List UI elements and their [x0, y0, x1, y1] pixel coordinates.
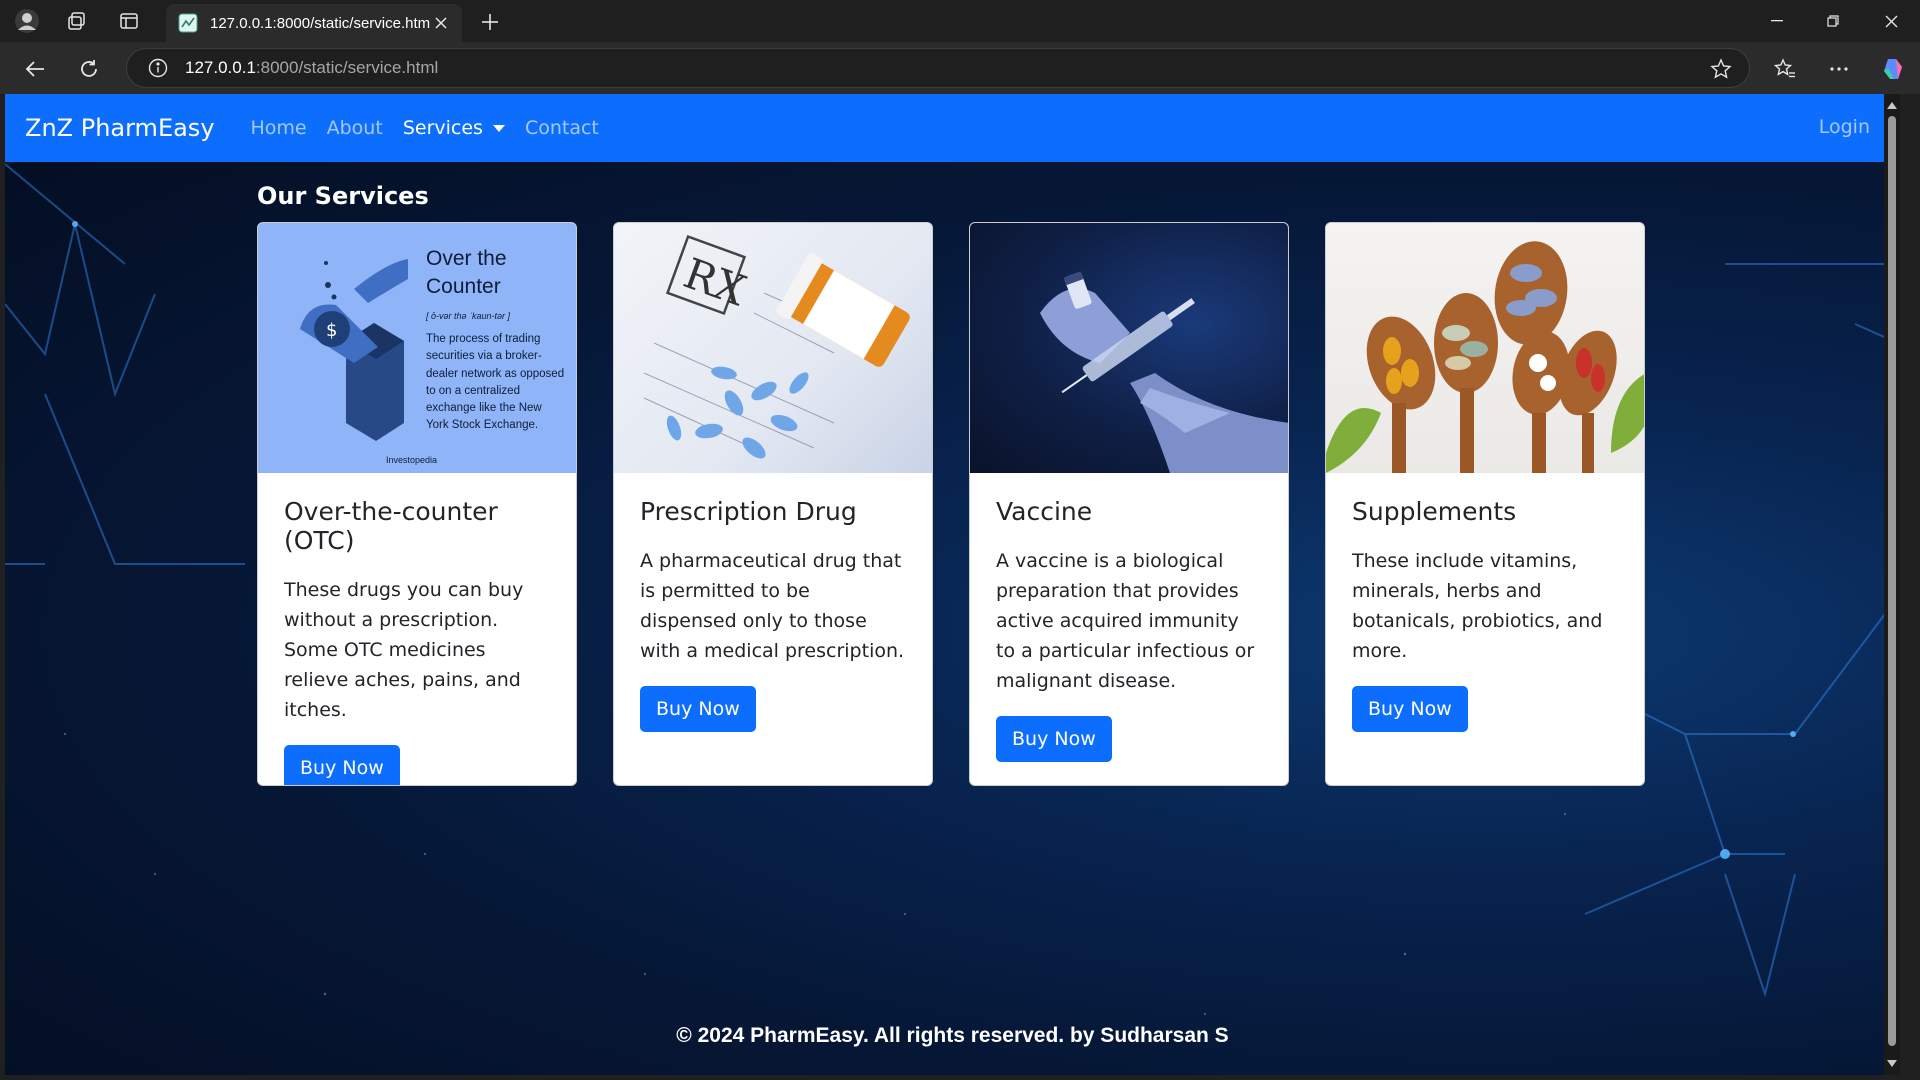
supplements-image: [1326, 223, 1644, 473]
new-tab-icon[interactable]: [476, 8, 504, 36]
wooden-spoons-pills-illustration: [1326, 241, 1644, 473]
otc-image-line: securities via a broker-: [426, 350, 542, 363]
browser-toolbar: 127.0.0.1:8000/static/service.html: [0, 42, 1920, 94]
card-body: Over-the-counter (OTC) These drugs you c…: [258, 473, 576, 785]
service-card-prescription: RX Prescription Drug A pharmaceutical dr…: [613, 222, 933, 786]
card-title: Supplements: [1352, 497, 1517, 526]
service-card-supplements: Supplements These include vitamins, mine…: [1325, 222, 1645, 786]
profile-avatar-icon[interactable]: [14, 8, 40, 34]
otc-image-line: to on a centralized: [426, 384, 520, 397]
otc-image-line: dealer network as opposed: [426, 367, 565, 380]
page-viewport: ZnZ PharmEasy Home About Services Contac…: [5, 94, 1900, 1075]
buy-now-button[interactable]: Buy Now: [640, 686, 756, 732]
card-title: Vaccine: [996, 497, 1093, 526]
svg-text:$: $: [326, 320, 337, 341]
card-text: A vaccine is a biological preparation th…: [996, 550, 1255, 692]
otc-image-line: exchange like the New: [426, 402, 542, 415]
minimize-icon[interactable]: [1762, 8, 1792, 34]
otc-image: $ Over the Counter [ ō-vər thə ˈkaun-tər…: [258, 223, 576, 473]
card-title: Over-the-counter (OTC): [284, 497, 498, 555]
buy-now-button[interactable]: Buy Now: [284, 745, 400, 785]
footer-copyright: © 2024 PharmEasy. All rights reserved. b…: [676, 1024, 1229, 1047]
address-bar[interactable]: 127.0.0.1:8000/static/service.html: [126, 48, 1750, 88]
nav-about[interactable]: About: [317, 117, 393, 139]
otc-image-text: Over the Counter [ ō-vər thə ˈkaun-tər ]…: [426, 245, 574, 435]
otc-image-heading-2: Counter: [426, 275, 501, 298]
service-card-vaccine: Vaccine A vaccine is a biological prepar…: [969, 222, 1289, 786]
otc-image-phonetic: [ ō-vər thə ˈkaun-tər ]: [426, 311, 511, 321]
back-arrow-icon[interactable]: [20, 54, 50, 84]
scroll-down-arrow-icon[interactable]: [1887, 1060, 1897, 1067]
section-title: Our Services: [257, 182, 429, 210]
close-tab-icon[interactable]: [430, 12, 452, 34]
card-body: Prescription Drug A pharmaceutical drug …: [614, 473, 932, 732]
otc-image-body: The process of trading securities via a …: [426, 331, 574, 435]
favorites-icon[interactable]: [1770, 54, 1800, 84]
otc-image-credit: Investopedia: [386, 455, 438, 465]
browser-tabbar: 127.0.0.1:8000/static/service.html: [0, 0, 1920, 42]
card-text: A pharmaceutical drug that is permitted …: [640, 550, 905, 662]
brand-logo[interactable]: ZnZ PharmEasy: [25, 114, 215, 142]
prescription-image: RX: [614, 223, 932, 473]
nav-services-label: Services: [402, 117, 483, 139]
otc-image-heading-1: Over the: [426, 247, 507, 270]
scrollbar-thumb[interactable]: [1888, 116, 1896, 1046]
page-favicon-icon: [178, 13, 198, 33]
caret-down-icon: [492, 124, 505, 132]
favorite-star-icon[interactable]: [1709, 57, 1733, 81]
buy-now-button[interactable]: Buy Now: [1352, 686, 1468, 732]
restore-icon[interactable]: [1818, 8, 1848, 34]
tab-title: 127.0.0.1:8000/static/service.html: [210, 14, 430, 32]
gloved-hands-syringe-illustration: [1040, 271, 1288, 473]
card-text: These include vitamins, minerals, herbs …: [1352, 550, 1603, 662]
close-window-icon[interactable]: [1876, 8, 1906, 34]
card-body: Supplements These include vitamins, mine…: [1326, 473, 1644, 732]
card-text: These drugs you can buy without a prescr…: [284, 579, 524, 721]
url-path: :8000/static/service.html: [255, 58, 439, 77]
site-navbar: ZnZ PharmEasy Home About Services Contac…: [5, 94, 1900, 162]
refresh-icon[interactable]: [74, 54, 104, 84]
tab-service-page[interactable]: 127.0.0.1:8000/static/service.html: [166, 4, 462, 42]
otc-image-line: The process of trading: [426, 333, 541, 345]
page-scrollbar[interactable]: [1884, 94, 1900, 1075]
pills-and-bottle-illustration: RX: [643, 234, 910, 459]
workspaces-icon[interactable]: [64, 8, 90, 34]
service-card-otc: $ Over the Counter [ ō-vər thə ˈkaun-tər…: [257, 222, 577, 786]
card-title: Prescription Drug: [640, 497, 857, 526]
rx-symbol: RX: [678, 248, 753, 315]
otc-image-line: York Stock Exchange.: [426, 419, 539, 432]
card-body: Vaccine A vaccine is a biological prepar…: [970, 473, 1288, 762]
vaccine-image: [970, 223, 1288, 473]
more-options-icon[interactable]: [1824, 54, 1854, 84]
copilot-icon[interactable]: [1878, 54, 1908, 84]
nav-home[interactable]: Home: [241, 117, 317, 139]
site-info-icon[interactable]: [147, 57, 169, 79]
nav-contact[interactable]: Contact: [515, 117, 609, 139]
nav-login[interactable]: Login: [1819, 116, 1870, 138]
scroll-up-arrow-icon[interactable]: [1887, 102, 1897, 109]
nav-services-dropdown[interactable]: Services: [393, 117, 515, 139]
vertical-tabs-icon[interactable]: [116, 8, 142, 34]
url-host: 127.0.0.1: [185, 58, 256, 77]
buy-now-button[interactable]: Buy Now: [996, 716, 1112, 762]
